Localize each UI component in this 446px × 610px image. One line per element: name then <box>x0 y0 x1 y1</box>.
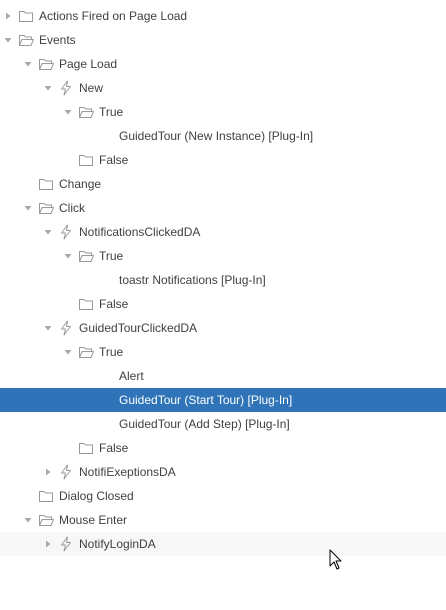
tree-node-label: New <box>79 81 104 95</box>
folder-icon <box>78 152 94 168</box>
tree-node[interactable]: New <box>0 76 446 100</box>
tree-node-label: NotifiExeptionsDA <box>79 465 176 479</box>
tree-node-label: True <box>99 249 124 263</box>
folder-open-icon <box>78 248 94 264</box>
lightning-icon <box>58 224 74 240</box>
folder-icon <box>38 176 54 192</box>
lightning-icon <box>58 464 74 480</box>
tree-node-label: GuidedTour (Add Step) [Plug-In] <box>119 417 290 431</box>
tree-node[interactable]: GuidedTour (New Instance) [Plug-In] <box>0 124 446 148</box>
expand-toggle-icon[interactable] <box>23 515 33 525</box>
folder-icon <box>78 440 94 456</box>
collapse-toggle-icon[interactable] <box>43 467 53 477</box>
tree-node[interactable]: GuidedTourClickedDA <box>0 316 446 340</box>
expand-toggle-icon[interactable] <box>43 227 53 237</box>
folder-open-icon <box>38 512 54 528</box>
expand-toggle-icon[interactable] <box>3 35 13 45</box>
folder-open-icon <box>78 104 94 120</box>
tree-node-label: False <box>99 153 129 167</box>
tree-node-label: NotifyLoginDA <box>79 537 156 551</box>
folder-open-icon <box>38 200 54 216</box>
tree-node[interactable]: False <box>0 292 446 316</box>
folder-open-icon <box>18 32 34 48</box>
expand-toggle-icon[interactable] <box>63 251 73 261</box>
tree-node[interactable]: GuidedTour (Start Tour) [Plug-In] <box>0 388 446 412</box>
tree-node-label: Mouse Enter <box>59 513 128 527</box>
tree-node[interactable]: NotificationsClickedDA <box>0 220 446 244</box>
collapse-toggle-icon[interactable] <box>43 539 53 549</box>
tree-node[interactable]: NotifiExeptionsDA <box>0 460 446 484</box>
tree-node-label: GuidedTourClickedDA <box>79 321 198 335</box>
lightning-icon <box>58 80 74 96</box>
tree-node[interactable]: Mouse Enter <box>0 508 446 532</box>
tree-node-label: Events <box>39 33 76 47</box>
tree-node[interactable]: toastr Notifications [Plug-In] <box>0 268 446 292</box>
tree-node-label: Change <box>59 177 102 191</box>
lightning-icon <box>58 536 74 552</box>
expand-toggle-icon[interactable] <box>23 203 33 213</box>
tree-node[interactable]: Click <box>0 196 446 220</box>
tree-node[interactable]: False <box>0 148 446 172</box>
tree-node[interactable]: True <box>0 244 446 268</box>
tree-node[interactable]: NotifyLoginDA <box>0 532 446 556</box>
tree-node-label: True <box>99 105 124 119</box>
tree-node-label: Dialog Closed <box>59 489 134 503</box>
collapse-toggle-icon[interactable] <box>3 11 13 21</box>
tree-node-label: Page Load <box>59 57 118 71</box>
tree-node-label: NotificationsClickedDA <box>79 225 201 239</box>
expand-toggle-icon[interactable] <box>63 107 73 117</box>
expand-toggle-icon[interactable] <box>43 83 53 93</box>
tree-node-label: Click <box>59 201 85 215</box>
folder-open-icon <box>78 344 94 360</box>
tree-node-label: False <box>99 297 129 311</box>
expand-toggle-icon[interactable] <box>43 323 53 333</box>
tree-node-label: False <box>99 441 129 455</box>
tree-node[interactable]: Change <box>0 172 446 196</box>
tree-node-label: GuidedTour (Start Tour) [Plug-In] <box>119 393 293 407</box>
tree-node[interactable]: Page Load <box>0 52 446 76</box>
tree-node-label: GuidedTour (New Instance) [Plug-In] <box>119 129 314 143</box>
expand-toggle-icon[interactable] <box>23 59 33 69</box>
tree-node[interactable]: GuidedTour (Add Step) [Plug-In] <box>0 412 446 436</box>
tree-node[interactable]: Alert <box>0 364 446 388</box>
event-tree: Actions Fired on Page Load Events Page Loa… <box>0 4 446 556</box>
folder-icon <box>18 8 34 24</box>
tree-node-label: toastr Notifications [Plug-In] <box>119 273 266 287</box>
tree-node[interactable]: False <box>0 436 446 460</box>
expand-toggle-icon[interactable] <box>63 347 73 357</box>
tree-node[interactable]: Dialog Closed <box>0 484 446 508</box>
folder-open-icon <box>38 56 54 72</box>
mouse-pointer-icon <box>329 549 343 571</box>
tree-node[interactable]: True <box>0 100 446 124</box>
tree-node-label: True <box>99 345 124 359</box>
folder-icon <box>78 296 94 312</box>
lightning-icon <box>58 320 74 336</box>
tree-node-label: Alert <box>119 369 144 383</box>
tree-node-label: Actions Fired on Page Load <box>39 9 188 23</box>
tree-node[interactable]: Events <box>0 28 446 52</box>
folder-icon <box>38 488 54 504</box>
tree-node[interactable]: True <box>0 340 446 364</box>
tree-node[interactable]: Actions Fired on Page Load <box>0 4 446 28</box>
